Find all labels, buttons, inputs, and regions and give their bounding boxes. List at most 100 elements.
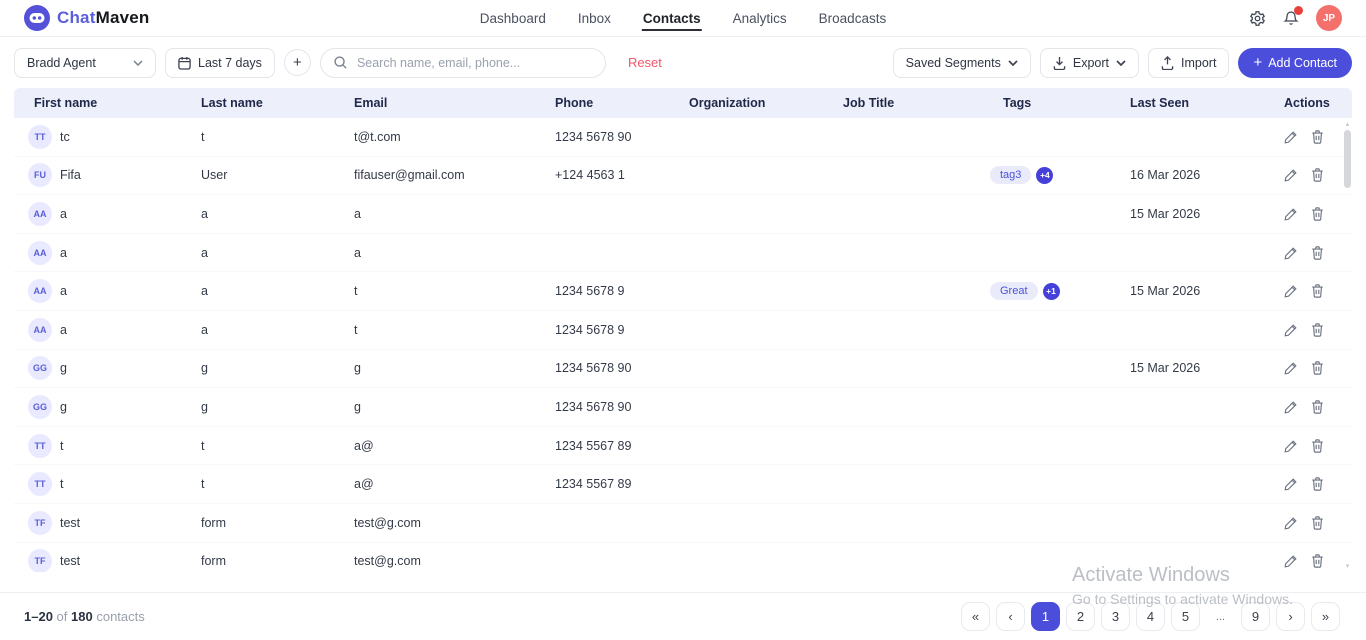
export-dropdown[interactable]: Export (1040, 48, 1139, 78)
edit-pencil-icon[interactable] (1284, 284, 1298, 298)
table-row[interactable]: TT t t a@ 1234 5567 89 (14, 465, 1352, 504)
delete-trash-icon[interactable] (1311, 168, 1324, 182)
edit-pencil-icon[interactable] (1284, 516, 1298, 530)
search-box (320, 48, 606, 78)
nav-broadcasts[interactable]: Broadcasts (818, 1, 888, 35)
last-name-cell: g (201, 361, 354, 375)
search-icon (333, 55, 348, 70)
edit-pencil-icon[interactable] (1284, 477, 1298, 491)
edit-pencil-icon[interactable] (1284, 400, 1298, 414)
email-cell: test@g.com (354, 554, 555, 568)
delete-trash-icon[interactable] (1311, 284, 1324, 298)
table-row[interactable]: TT tc t t@t.com 1234 5678 90 (14, 118, 1352, 157)
last-name-cell: t (201, 477, 354, 491)
scroll-up-icon[interactable]: ▴ (1343, 120, 1352, 128)
page-3[interactable]: 3 (1101, 602, 1130, 631)
edit-pencil-icon[interactable] (1284, 168, 1298, 182)
delete-trash-icon[interactable] (1311, 207, 1324, 221)
page-last[interactable]: » (1311, 602, 1340, 631)
page-next[interactable]: › (1276, 602, 1305, 631)
delete-trash-icon[interactable] (1311, 439, 1324, 453)
first-name-cell: Fifa (60, 168, 81, 182)
contact-avatar: TT (28, 472, 52, 496)
table-row[interactable]: TF test form test@g.com (14, 543, 1352, 572)
contacts-page: ChatMaven Dashboard Inbox Contacts Analy… (0, 0, 1366, 640)
delete-trash-icon[interactable] (1311, 477, 1324, 491)
edit-pencil-icon[interactable] (1284, 207, 1298, 221)
delete-trash-icon[interactable] (1311, 246, 1324, 260)
contact-avatar: TF (28, 549, 52, 572)
search-input[interactable] (320, 48, 606, 78)
calendar-icon (178, 56, 191, 70)
phone-cell: 1234 5567 89 (555, 477, 689, 491)
agent-select[interactable]: Bradd Agent (14, 48, 156, 78)
table-row[interactable]: GG g g g 1234 5678 90 15 Mar 2026 (14, 350, 1352, 389)
settings-gear-icon[interactable] (1249, 10, 1266, 27)
table-row[interactable]: AA a a a (14, 234, 1352, 273)
more-tags-badge[interactable]: +4 (1036, 167, 1053, 184)
contact-avatar: AA (28, 202, 52, 226)
tag-pill[interactable]: tag3 (990, 166, 1031, 184)
table-row[interactable]: TF test form test@g.com (14, 504, 1352, 543)
plus-icon: + (1253, 54, 1262, 71)
page-4[interactable]: 4 (1136, 602, 1165, 631)
email-cell: a (354, 246, 555, 260)
of-label: of (57, 609, 68, 624)
main-nav: Dashboard Inbox Contacts Analytics Broad… (479, 0, 887, 36)
page-5[interactable]: 5 (1171, 602, 1200, 631)
brand-logo[interactable]: ChatMaven (24, 5, 150, 31)
tag-pill[interactable]: Great (990, 282, 1038, 300)
saved-segments-dropdown[interactable]: Saved Segments (893, 48, 1031, 78)
nav-inbox[interactable]: Inbox (577, 1, 612, 35)
edit-pencil-icon[interactable] (1284, 439, 1298, 453)
email-cell: test@g.com (354, 516, 555, 530)
delete-trash-icon[interactable] (1311, 130, 1324, 144)
page-9[interactable]: 9 (1241, 602, 1270, 631)
table-row[interactable]: FU Fifa User fifauser@gmail.com +124 456… (14, 157, 1352, 196)
edit-pencil-icon[interactable] (1284, 323, 1298, 337)
add-filter-button[interactable]: + (284, 49, 311, 76)
notifications-bell-icon[interactable] (1283, 9, 1299, 27)
date-range-button[interactable]: Last 7 days (165, 48, 275, 78)
nav-analytics[interactable]: Analytics (732, 1, 788, 35)
table-row[interactable]: AA a a t 1234 5678 9 Great+1 15 Mar 2026 (14, 272, 1352, 311)
phone-cell: 1234 5678 90 (555, 130, 689, 144)
page-1[interactable]: 1 (1031, 602, 1060, 631)
edit-pencil-icon[interactable] (1284, 246, 1298, 260)
table-row[interactable]: TT t t a@ 1234 5567 89 (14, 427, 1352, 466)
nav-contacts[interactable]: Contacts (642, 1, 702, 35)
delete-trash-icon[interactable] (1311, 361, 1324, 375)
add-contact-button[interactable]: + Add Contact (1238, 48, 1352, 78)
edit-pencil-icon[interactable] (1284, 130, 1298, 144)
table-row[interactable]: AA a a t 1234 5678 9 (14, 311, 1352, 350)
reset-filters-link[interactable]: Reset (628, 55, 662, 70)
first-name-cell: a (60, 246, 67, 260)
contact-avatar: AA (28, 241, 52, 265)
table-scrollbar[interactable]: ▴ ▾ (1343, 120, 1352, 570)
delete-trash-icon[interactable] (1311, 554, 1324, 568)
import-button[interactable]: Import (1148, 48, 1229, 78)
edit-pencil-icon[interactable] (1284, 361, 1298, 375)
table-row[interactable]: GG g g g 1234 5678 90 (14, 388, 1352, 427)
scrollbar-thumb[interactable] (1344, 130, 1351, 188)
page-prev[interactable]: ‹ (996, 602, 1025, 631)
col-last-seen: Last Seen (1115, 96, 1270, 110)
edit-pencil-icon[interactable] (1284, 554, 1298, 568)
table-row[interactable]: AA a a a 15 Mar 2026 (14, 195, 1352, 234)
delete-trash-icon[interactable] (1311, 323, 1324, 337)
delete-trash-icon[interactable] (1311, 400, 1324, 414)
email-cell: g (354, 361, 555, 375)
last-name-cell: t (201, 439, 354, 453)
first-name-cell: tc (60, 130, 70, 144)
delete-trash-icon[interactable] (1311, 516, 1324, 530)
contact-avatar: GG (28, 356, 52, 380)
user-avatar[interactable]: JP (1316, 5, 1342, 31)
more-tags-badge[interactable]: +1 (1043, 283, 1060, 300)
email-cell: t@t.com (354, 130, 555, 144)
export-label: Export (1073, 56, 1109, 70)
page-first[interactable]: « (961, 602, 990, 631)
page-2[interactable]: 2 (1066, 602, 1095, 631)
nav-dashboard[interactable]: Dashboard (479, 1, 547, 35)
email-cell: t (354, 323, 555, 337)
scroll-down-icon[interactable]: ▾ (1343, 562, 1352, 570)
